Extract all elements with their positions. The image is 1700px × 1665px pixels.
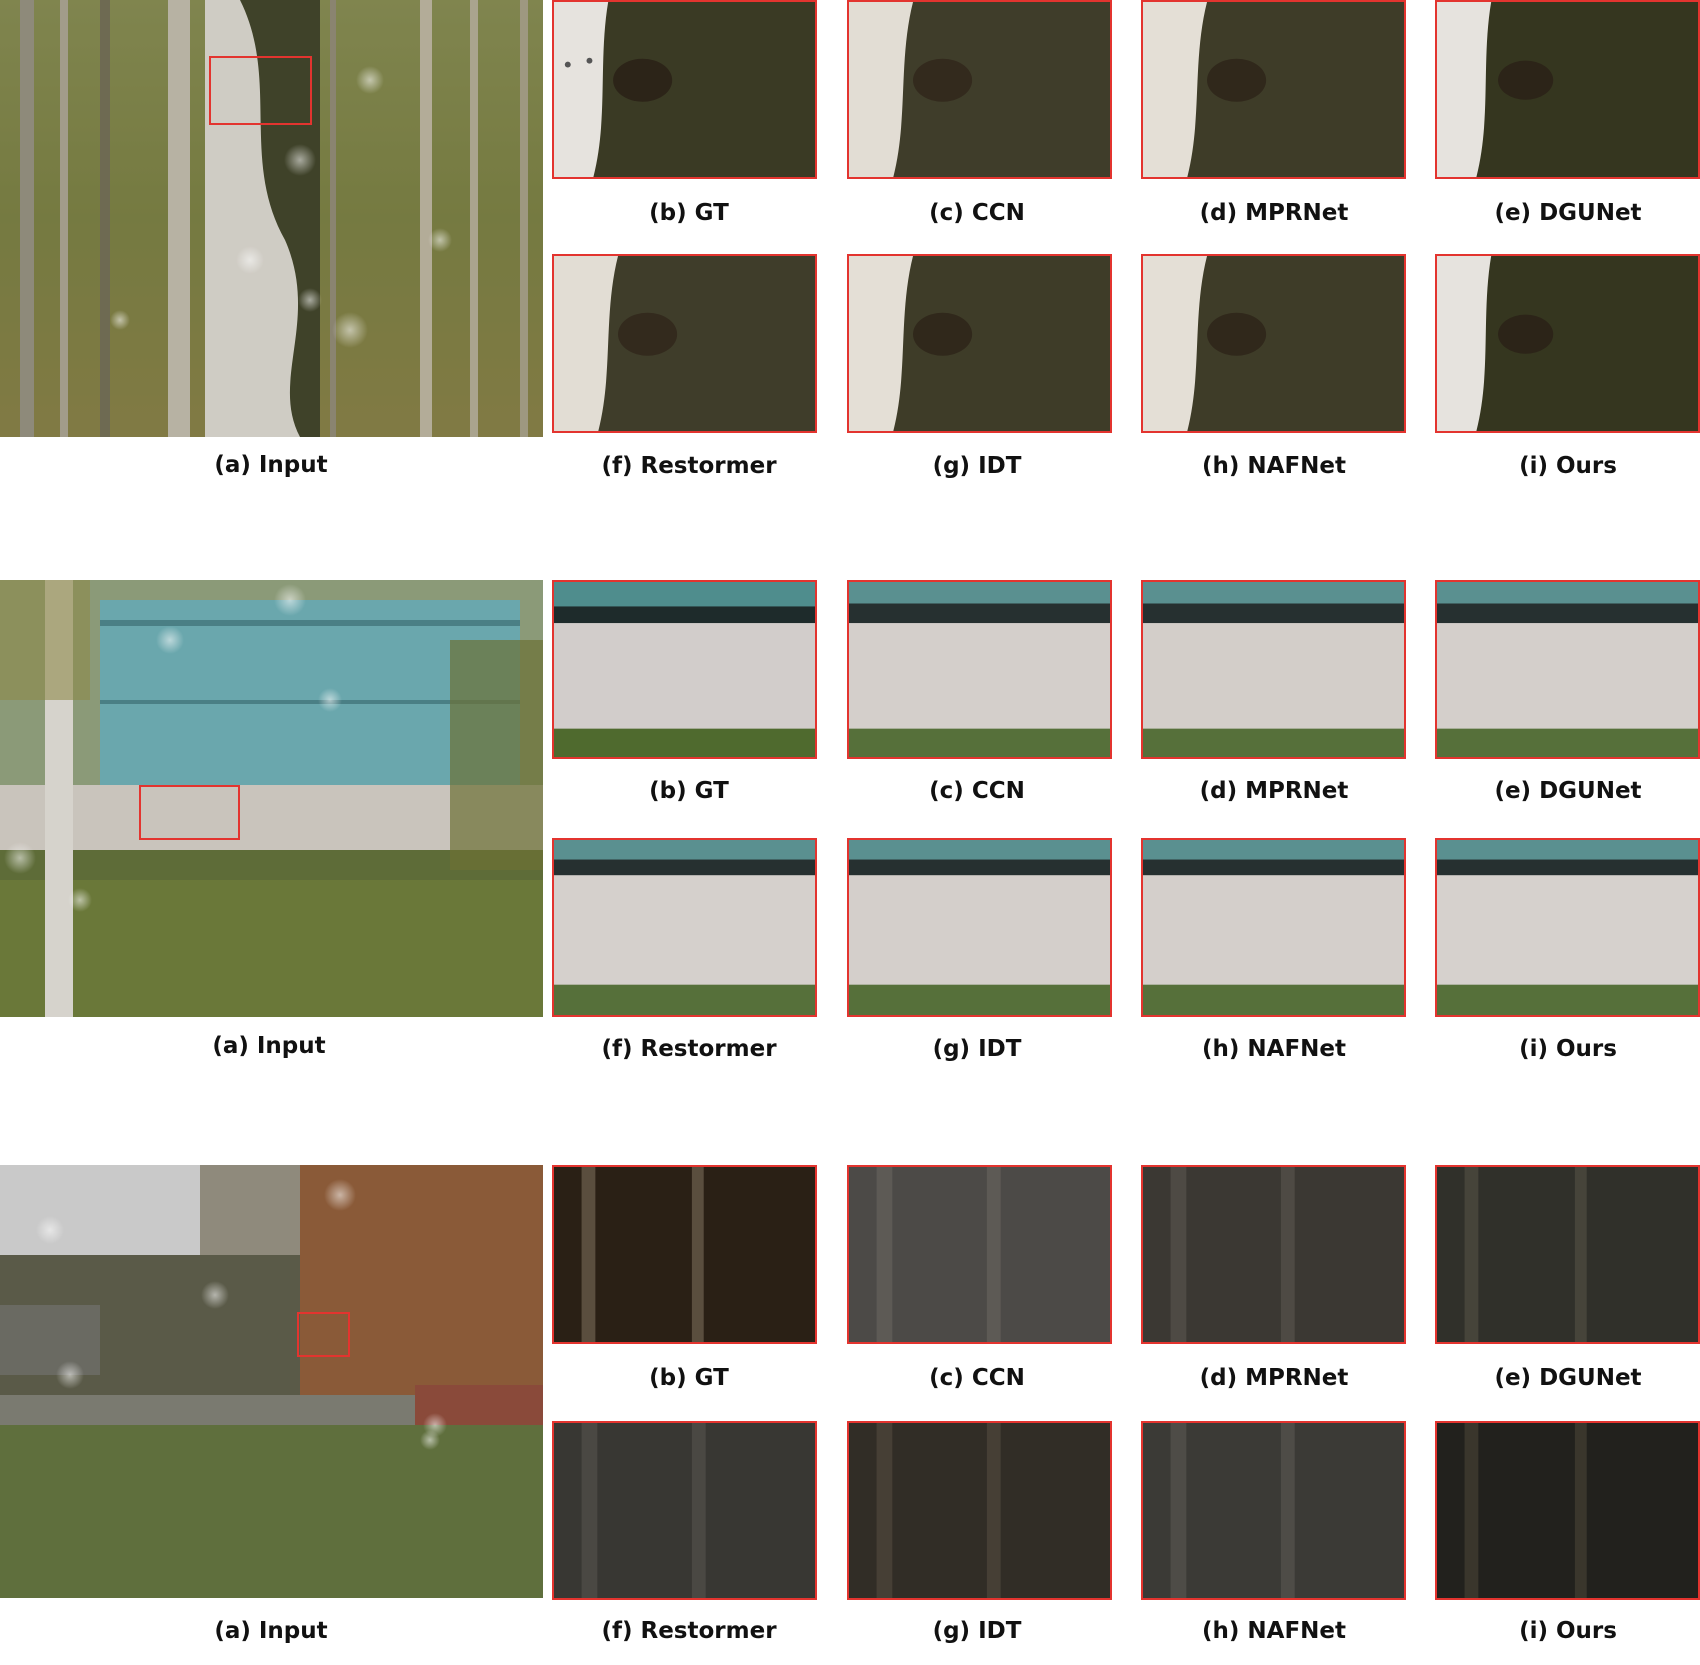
crop-restormer [552, 838, 817, 1017]
caption-restormer: (f) Restormer [601, 1618, 777, 1644]
crop-ccn [847, 0, 1112, 179]
caption-dgunet: (e) DGUNet [1494, 778, 1642, 804]
crop-mprnet [1141, 0, 1406, 179]
figure-row-3: (a) Input (b) GT (c) CCN (d) MPRNet (e) … [0, 1165, 1700, 1665]
input-image-forest [0, 0, 543, 437]
crop-nafnet [1141, 1421, 1406, 1600]
crop-ours [1435, 838, 1700, 1017]
caption-restormer: (f) Restormer [601, 1036, 777, 1062]
crop-mprnet [1141, 580, 1406, 759]
crop-gt [552, 0, 817, 179]
caption-ours: (i) Ours [1519, 453, 1617, 479]
caption-dgunet: (e) DGUNet [1494, 1365, 1642, 1391]
caption-gt: (b) GT [649, 1365, 729, 1391]
caption-ccn: (c) CCN [929, 778, 1025, 804]
caption-input: (a) Input [214, 452, 328, 478]
caption-idt: (g) IDT [932, 1618, 1022, 1644]
crop-mprnet [1141, 1165, 1406, 1344]
caption-input: (a) Input [214, 1618, 328, 1644]
caption-nafnet: (h) NAFNet [1201, 1036, 1346, 1062]
caption-gt: (b) GT [649, 778, 729, 804]
crop-dgunet [1435, 1165, 1700, 1344]
figure-row-1: (a) Input (b) GT (c) CCN (d) MPRNet (e) … [0, 0, 1700, 500]
crop-gt [552, 580, 817, 759]
crop-restormer [552, 1421, 817, 1600]
caption-gt: (b) GT [649, 200, 729, 226]
crop-ours [1435, 1421, 1700, 1600]
caption-nafnet: (h) NAFNet [1201, 453, 1346, 479]
caption-ours: (i) Ours [1519, 1618, 1617, 1644]
roi-box [139, 785, 240, 840]
roi-box [209, 56, 312, 125]
crop-nafnet [1141, 838, 1406, 1017]
caption-ours: (i) Ours [1519, 1036, 1617, 1062]
crop-dgunet [1435, 0, 1700, 179]
crop-ours [1435, 254, 1700, 433]
crop-idt [847, 1421, 1112, 1600]
caption-ccn: (c) CCN [929, 1365, 1025, 1391]
input-image-park [0, 1165, 543, 1602]
caption-dgunet: (e) DGUNet [1494, 200, 1642, 226]
caption-input: (a) Input [212, 1033, 326, 1059]
roi-box [297, 1312, 350, 1357]
caption-mprnet: (d) MPRNet [1199, 200, 1349, 226]
crop-idt [847, 254, 1112, 433]
figure-row-2: (a) Input (b) GT (c) CCN (d) MPRNet (e) … [0, 580, 1700, 1080]
crop-restormer [552, 254, 817, 433]
caption-restormer: (f) Restormer [601, 453, 777, 479]
crop-dgunet [1435, 580, 1700, 759]
crop-ccn [847, 1165, 1112, 1344]
caption-mprnet: (d) MPRNet [1199, 778, 1349, 804]
caption-nafnet: (h) NAFNet [1201, 1618, 1346, 1644]
crop-nafnet [1141, 254, 1406, 433]
crop-idt [847, 838, 1112, 1017]
crop-gt [552, 1165, 817, 1344]
caption-mprnet: (d) MPRNet [1199, 1365, 1349, 1391]
caption-idt: (g) IDT [932, 453, 1022, 479]
caption-idt: (g) IDT [932, 1036, 1022, 1062]
input-image-building [0, 580, 543, 1017]
crop-ccn [847, 580, 1112, 759]
caption-ccn: (c) CCN [929, 200, 1025, 226]
